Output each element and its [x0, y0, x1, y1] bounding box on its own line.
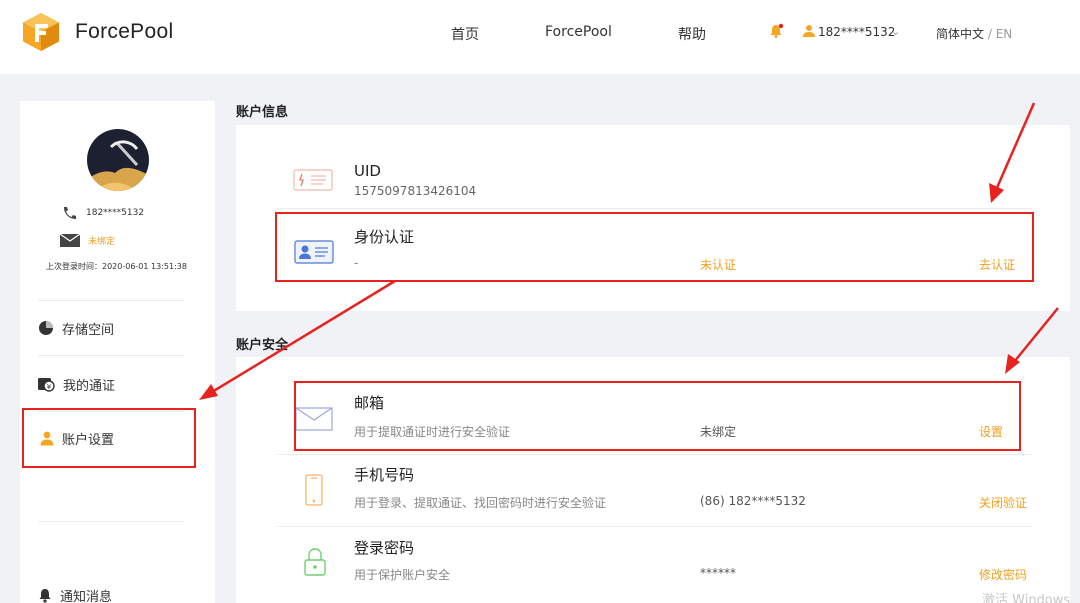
- sidebar: 182****5132 未绑定 上次登录时间：2020-06-01 13:51:…: [20, 101, 215, 603]
- lock-icon: [304, 548, 326, 576]
- menu-storage[interactable]: 存储空间: [38, 308, 198, 348]
- lang-chinese[interactable]: 简体中文: [936, 27, 984, 41]
- divider: [38, 521, 184, 522]
- nav-forcepool[interactable]: ForcePool: [545, 24, 612, 40]
- bell-icon: [39, 588, 51, 603]
- account-security-title: 账户安全: [236, 338, 289, 353]
- divider: [38, 355, 184, 356]
- divider: [38, 300, 184, 301]
- sidebar-email-row: 未绑定: [60, 234, 115, 247]
- phone-status: (86) 182****5132: [700, 494, 806, 508]
- forcepool-logo-icon[interactable]: [22, 12, 60, 52]
- menu-notifications-label: 通知消息: [60, 589, 113, 603]
- menu-storage-label: 存储空间: [62, 322, 115, 338]
- user-icon[interactable]: [802, 24, 816, 38]
- uid-label: UID: [354, 162, 381, 180]
- phone-desc: 用于登录、提取通证、找回密码时进行安全验证: [354, 496, 607, 510]
- menu-account-settings-label: 账户设置: [62, 432, 115, 448]
- menu-notifications[interactable]: 通知消息: [38, 575, 198, 603]
- user-phone[interactable]: 182****5132: [818, 25, 895, 39]
- brand-name[interactable]: ForcePool: [75, 20, 173, 44]
- sidebar-email-status: 未绑定: [88, 237, 116, 247]
- user-icon: [40, 431, 54, 445]
- windows-activation-watermark: 激活 Windows: [982, 593, 1071, 603]
- password-label: 登录密码: [354, 539, 415, 557]
- menu-my-tokens-label: 我的通证: [63, 378, 116, 394]
- divider: [277, 208, 1033, 209]
- pie-chart-icon: [39, 321, 53, 335]
- password-desc: 用于保护账户安全: [354, 568, 451, 582]
- highlight-box: [294, 381, 1021, 451]
- lang-english[interactable]: EN: [996, 27, 1013, 41]
- mobile-phone-icon: [305, 474, 323, 506]
- avatar-image: [87, 129, 149, 191]
- lang-separator: /: [984, 27, 996, 41]
- change-password-link[interactable]: 修改密码: [979, 566, 1027, 583]
- top-header: ForcePool 首页 ForcePool 帮助 182****5132 ⌄ …: [0, 0, 1080, 74]
- sidebar-phone: 182****5132: [86, 208, 145, 218]
- disable-verification-link[interactable]: 关闭验证: [979, 494, 1027, 511]
- menu-my-tokens[interactable]: ¥ 我的通证: [38, 364, 198, 404]
- svg-text:¥: ¥: [47, 383, 52, 391]
- password-status: ******: [700, 566, 736, 580]
- avatar[interactable]: [87, 129, 149, 191]
- bell-icon[interactable]: [768, 23, 784, 39]
- wallet-icon: ¥: [38, 378, 55, 392]
- language-switch[interactable]: 简体中文 / EN: [936, 25, 1012, 42]
- menu-account-settings[interactable]: 账户设置: [22, 408, 196, 468]
- sidebar-phone-row: 182****5132: [62, 206, 144, 220]
- chevron-down-icon[interactable]: ⌄: [891, 25, 900, 38]
- last-login-time: 上次登录时间：2020-06-01 13:51:38: [46, 262, 187, 271]
- divider: [277, 454, 1033, 455]
- phone-label: 手机号码: [354, 466, 415, 484]
- highlight-box: [275, 212, 1034, 282]
- divider: [277, 526, 1033, 527]
- mail-icon: [60, 234, 80, 247]
- nav-help[interactable]: 帮助: [678, 24, 706, 44]
- nav-home[interactable]: 首页: [451, 24, 479, 44]
- uid-value: 1575097813426104: [354, 184, 477, 198]
- phone-icon: [64, 207, 76, 219]
- account-info-title: 账户信息: [236, 105, 289, 120]
- uid-card-icon: [293, 169, 333, 191]
- arrow-to-email: [1013, 307, 1059, 363]
